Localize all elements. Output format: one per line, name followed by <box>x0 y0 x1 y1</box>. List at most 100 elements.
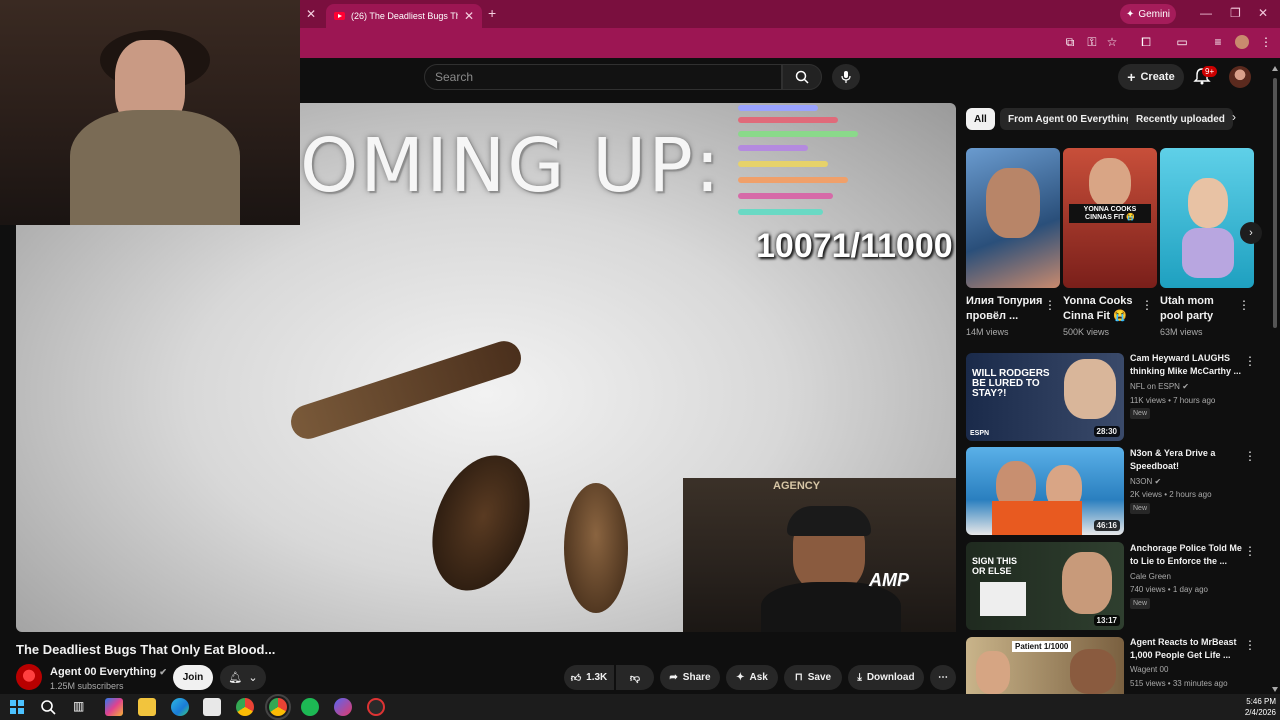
voice-search-button[interactable] <box>832 64 860 90</box>
discord-icon[interactable] <box>334 698 352 716</box>
notifications-badge: 9+ <box>1202 66 1218 77</box>
download-button[interactable]: ⤓ Download <box>848 665 924 690</box>
close-tab-icon[interactable]: ✕ <box>464 9 474 23</box>
extensions-icon[interactable]: ⧠ <box>1138 34 1154 50</box>
bookmark-star-icon[interactable]: ☆ <box>1104 34 1120 50</box>
channel-name[interactable]: Agent 00 Everything ✔ <box>50 666 167 678</box>
shorts-next-button[interactable]: › <box>1240 222 1262 244</box>
video-duration: 28:30 <box>1093 426 1120 437</box>
short-title[interactable]: Илия Топурия провёл ... <box>966 294 1046 324</box>
chrome-active-icon[interactable] <box>265 694 291 720</box>
amp-logo: AMP <box>869 570 909 590</box>
life-jackets <box>992 501 1082 535</box>
password-key-icon[interactable]: ⚿ <box>1084 34 1100 50</box>
spotify-icon[interactable] <box>301 698 319 716</box>
chip-recently-uploaded[interactable]: Recently uploaded <box>1128 108 1233 130</box>
minimize-icon[interactable]: — <box>1200 6 1212 20</box>
search-box[interactable] <box>424 64 782 90</box>
microphone-icon <box>841 71 851 83</box>
more-vertical-icon[interactable]: ⋮ <box>1044 298 1056 312</box>
search-input[interactable] <box>435 70 771 84</box>
windows-start-icon[interactable] <box>10 700 24 714</box>
save-button[interactable]: ⊓ Save <box>784 665 842 690</box>
recommendation-channel[interactable]: NFL on ESPN ✔ <box>1130 382 1189 391</box>
chevron-right-icon[interactable]: › <box>1232 110 1236 124</box>
bell-icon: 🔔︎ <box>228 672 243 684</box>
short-title[interactable]: Yonna Cooks Cinna Fit 😭 <box>1063 294 1143 324</box>
recommendation-title[interactable]: N3on & Yera Drive a Speedboat! <box>1130 447 1242 473</box>
active-browser-tab[interactable]: (26) The Deadliest Bugs That Only Eat Bl… <box>326 4 482 28</box>
more-vertical-icon[interactable]: ⋮ <box>1244 638 1256 652</box>
share-label: Share <box>682 672 711 683</box>
chat-line <box>738 145 808 151</box>
recommendation-title[interactable]: Cam Heyward LAUGHS thinking Mike McCarth… <box>1130 352 1242 378</box>
copilot-icon[interactable] <box>105 698 123 716</box>
recommendation-channel[interactable]: N3ON ✔ <box>1130 477 1161 486</box>
install-app-icon[interactable]: ⧉ <box>1062 34 1078 50</box>
channel-text: NFL on ESPN <box>1130 382 1180 391</box>
recommendation-channel[interactable]: Cale Green <box>1130 572 1171 581</box>
task-view-icon[interactable]: ▥ <box>73 699 84 713</box>
short-title[interactable]: Utah mom pool party <box>1160 294 1240 324</box>
create-label: Create <box>1140 71 1175 83</box>
dislike-button[interactable]: 👎︎ <box>616 665 654 690</box>
recommendation-thumbnail[interactable]: Patient 1/1000 <box>966 637 1124 694</box>
recommendation-title[interactable]: Anchorage Police Told Me to Lie to Enfor… <box>1130 542 1242 568</box>
more-actions-button[interactable]: ⋯ <box>930 665 956 690</box>
ask-button[interactable]: ✦ Ask <box>726 665 778 690</box>
close-window-icon[interactable]: ✕ <box>1258 6 1268 20</box>
cast-icon[interactable]: ▭ <box>1174 34 1190 50</box>
profile-avatar-icon[interactable] <box>1235 35 1249 49</box>
more-vertical-icon[interactable]: ⋮ <box>1238 298 1250 312</box>
microsoft-store-icon[interactable] <box>203 698 221 716</box>
chrome-icon[interactable] <box>236 698 254 716</box>
recommendation-thumbnail[interactable]: WILL RODGERS BE LURED TO STAY?! ESPN 28:… <box>966 353 1124 441</box>
recommendation-title[interactable]: Agent Reacts to MrBeast 1,000 People Get… <box>1130 636 1242 662</box>
more-vertical-icon[interactable]: ⋮ <box>1141 298 1153 312</box>
short-thumbnail[interactable]: YONNA COOKS CINNAS FIT 😭 <box>1063 148 1157 288</box>
account-avatar[interactable] <box>1229 66 1251 88</box>
chat-line <box>738 177 848 183</box>
recommendation-thumbnail[interactable]: 46:16 <box>966 447 1124 535</box>
gemini-button[interactable]: ✦ Gemini <box>1120 4 1176 24</box>
coming-up-overlay: OMING UP: <box>300 123 722 209</box>
more-vertical-icon[interactable]: ⋮ <box>1244 544 1256 558</box>
channel-avatar[interactable] <box>16 664 42 690</box>
chip-from-channel[interactable]: From Agent 00 Everything <box>1000 108 1141 130</box>
chat-line <box>738 161 828 167</box>
obs-icon[interactable] <box>367 698 385 716</box>
create-button[interactable]: + Create <box>1118 64 1184 90</box>
file-explorer-icon[interactable] <box>138 698 156 716</box>
short-thumbnail[interactable] <box>966 148 1060 288</box>
subscriber-count: 1.25M subscribers <box>50 681 124 691</box>
share-button[interactable]: ➦ Share <box>660 665 720 690</box>
recommendation-thumbnail[interactable]: SIGN THIS OR ELSE 13:17 <box>966 542 1124 630</box>
more-vertical-icon[interactable]: ⋮ <box>1244 354 1256 368</box>
page-scrollbar[interactable] <box>1272 64 1278 694</box>
chip-all[interactable]: All <box>966 108 995 130</box>
recommendation-meta: 515 views • 33 minutes ago <box>1130 679 1228 688</box>
more-vertical-icon[interactable]: ⋮ <box>1244 449 1256 463</box>
short-thumbnail[interactable] <box>1160 148 1254 288</box>
close-tab-icon[interactable]: ✕ <box>306 7 316 21</box>
search-button[interactable] <box>782 64 822 90</box>
media-controls-icon[interactable]: ≡ <box>1210 34 1226 50</box>
join-button[interactable]: Join <box>173 665 213 690</box>
new-tab-icon[interactable]: + <box>488 5 496 21</box>
browser-menu-icon[interactable]: ⋮ <box>1258 34 1274 50</box>
recommendation-channel[interactable]: Wagent 00 <box>1130 665 1168 674</box>
subscribe-notifications-button[interactable]: 🔔︎ ⌄ <box>220 665 266 690</box>
thumb-person <box>1064 359 1116 419</box>
restore-icon[interactable]: ❐ <box>1230 6 1241 20</box>
system-clock[interactable]: 5:46 PM 2/4/2026 <box>1236 696 1276 718</box>
video-title: The Deadliest Bugs That Only Eat Blood..… <box>16 642 276 657</box>
verified-check-icon: ✔ <box>1182 382 1189 391</box>
edge-browser-icon[interactable] <box>171 698 189 716</box>
espn-logo: ESPN <box>970 430 990 437</box>
like-button[interactable]: 👍︎ 1.3K <box>564 665 614 690</box>
gemini-label: Gemini <box>1138 8 1171 20</box>
verified-check-icon: ✔ <box>1154 477 1162 486</box>
taskbar-search-icon[interactable] <box>40 699 56 715</box>
larva-bug <box>286 336 526 444</box>
video-duration: 13:17 <box>1093 615 1120 626</box>
